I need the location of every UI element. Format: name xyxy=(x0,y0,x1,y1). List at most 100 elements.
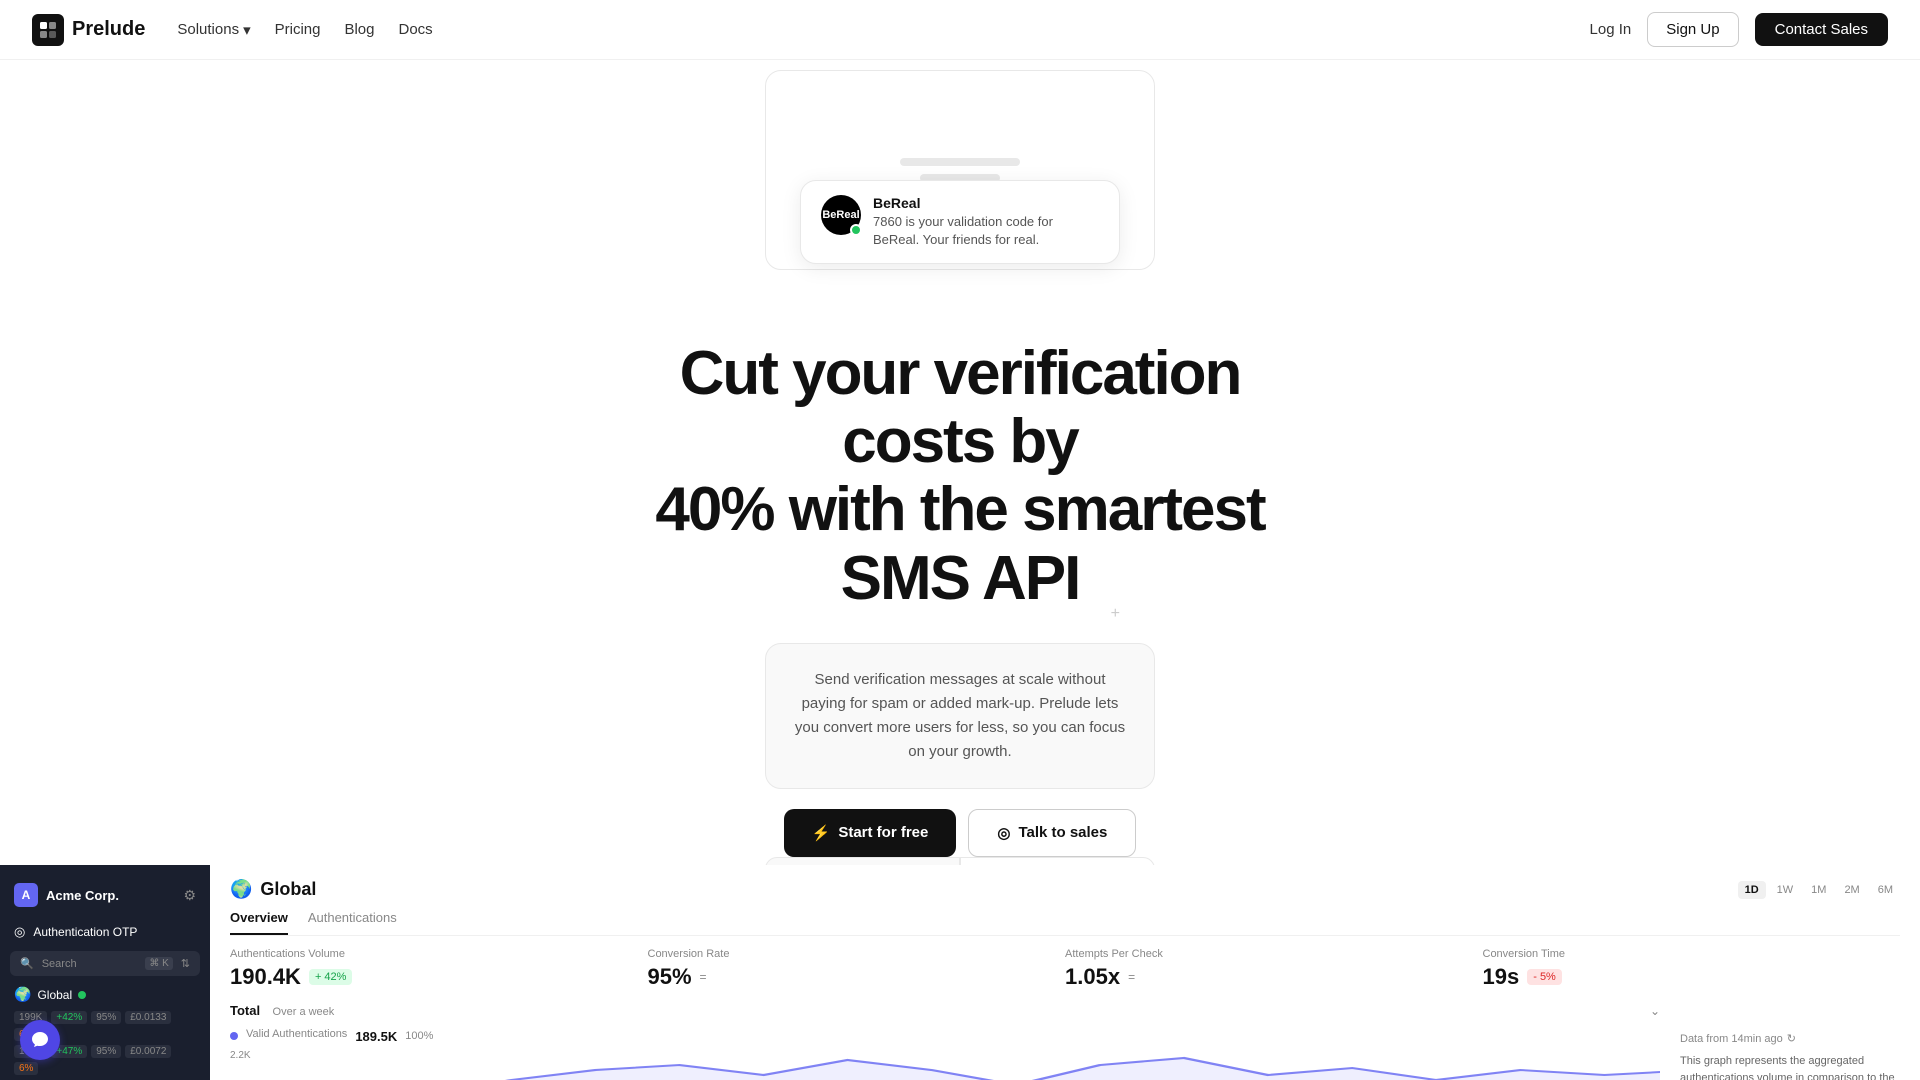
stat-auth-volume: Authentications Volume 190.4K + 42% xyxy=(230,948,648,990)
valid-auth-label: Valid Authentications xyxy=(246,1028,347,1040)
stat-attempts: Attempts Per Check 1.05x = xyxy=(1065,948,1483,990)
stat-conversion: Conversion Rate 95% = xyxy=(648,948,1066,990)
dash-tabs: Overview Authentications xyxy=(230,910,1900,936)
stat-auth-volume-value: 190.4K xyxy=(230,964,301,990)
start-free-button[interactable]: ⚡ Start for free xyxy=(784,809,957,857)
sub-stat-conv: 95% xyxy=(91,1045,121,1058)
stat-auth-volume-change: + 42% xyxy=(309,969,353,985)
valid-auth-value: 189.5K xyxy=(355,1029,397,1044)
dash-header: 🌍 Global 1D 1W 1M 2M 6M xyxy=(230,879,1900,900)
nav-docs[interactable]: Docs xyxy=(399,21,433,38)
nav-links: Solutions ▾ Pricing Blog Docs xyxy=(177,21,1557,39)
logo[interactable]: Prelude xyxy=(32,14,145,46)
search-placeholder: Search xyxy=(42,958,138,970)
bereal-name: BeReal xyxy=(873,195,1099,211)
total-expand-button[interactable]: ⌄ xyxy=(1650,1004,1660,1018)
tab-authentications[interactable]: Authentications xyxy=(308,910,397,935)
stat-conv-time-change: - 5% xyxy=(1527,969,1562,985)
valid-auth-pct: 100% xyxy=(405,1030,433,1042)
chart-left: Total Over a week ⌄ Valid Authentication… xyxy=(230,1002,1660,1080)
nav-blog[interactable]: Blog xyxy=(344,21,374,38)
dash-title: 🌍 Global xyxy=(230,879,316,900)
sidebar-item-auth-otp[interactable]: ◎ Authentication OTP xyxy=(0,917,210,947)
active-dot xyxy=(78,991,86,999)
stat-attempts-label: Attempts Per Check xyxy=(1065,948,1463,960)
stat-attempts-values: 1.05x = xyxy=(1065,964,1463,990)
region-global-name: Global xyxy=(37,988,72,1002)
chart-legend-row: Valid Authentications 189.5K 100% xyxy=(230,1028,1660,1044)
sidebar-company: A Acme Corp. xyxy=(14,883,119,907)
description-text: Send verification messages at scale with… xyxy=(794,668,1126,764)
time-filter-6m[interactable]: 6M xyxy=(1871,881,1900,899)
stat-attempts-value: 1.05x xyxy=(1065,964,1120,990)
sub-stat-cost: £0.0072 xyxy=(125,1045,171,1058)
dashboard-main: 🌍 Global 1D 1W 1M 2M 6M Overview Authent… xyxy=(210,865,1920,1080)
bereal-avatar: BeReal xyxy=(821,195,861,235)
time-filters: 1D 1W 1M 2M 6M xyxy=(1738,881,1900,899)
stat-conv-time-label: Conversion Time xyxy=(1483,948,1881,960)
hero-title: Cut your verification costs by 40% with … xyxy=(610,340,1310,613)
card-line xyxy=(900,158,1020,166)
time-filter-1d[interactable]: 1D xyxy=(1738,881,1766,899)
settings-icon[interactable]: ⚙ xyxy=(183,887,196,904)
stat-conv-time-values: 19s - 5% xyxy=(1483,964,1881,990)
company-avatar: A xyxy=(14,883,38,907)
plus-icon: + xyxy=(1111,605,1120,623)
chart-right: Data from 14min ago ↻ This graph represe… xyxy=(1680,1002,1900,1080)
eye-icon: ◎ xyxy=(997,824,1010,842)
chart-description: This graph represents the aggregated aut… xyxy=(1680,1053,1900,1080)
nav-solutions[interactable]: Solutions ▾ xyxy=(177,21,250,39)
data-note: Data from 14min ago ↻ xyxy=(1680,1032,1900,1045)
auth-icon: ◎ xyxy=(14,924,25,940)
logo-icon xyxy=(32,14,64,46)
online-dot xyxy=(850,224,862,236)
stat-conversion-values: 95% = xyxy=(648,964,1046,990)
stat-conv-time-value: 19s xyxy=(1483,964,1520,990)
refresh-icon[interactable]: ↻ xyxy=(1787,1032,1796,1045)
total-sublabel: Over a week xyxy=(273,1006,335,1018)
stat-conversion-label: Conversion Rate xyxy=(648,948,1046,960)
chart-area: 2.2K 1.7K xyxy=(230,1050,1660,1080)
logo-text: Prelude xyxy=(72,18,145,41)
time-filter-1m[interactable]: 1M xyxy=(1804,881,1833,899)
stat-change-pct: +42% xyxy=(51,1011,87,1024)
sidebar-region-global[interactable]: 🌍 Global xyxy=(0,980,210,1009)
search-shortcut: ⌘ K xyxy=(145,957,172,970)
contact-sales-button[interactable]: Contact Sales xyxy=(1755,13,1888,46)
chart-legend-dot xyxy=(230,1032,238,1040)
chat-widget[interactable] xyxy=(20,1020,60,1060)
globe-icon: 🌍 xyxy=(230,879,252,900)
nav-pricing[interactable]: Pricing xyxy=(275,21,321,38)
ui-preview-top: BeReal BeReal 7860 is your validation co… xyxy=(660,60,1260,320)
sidebar-search[interactable]: 🔍 Search ⌘ K ⇅ xyxy=(10,951,200,976)
signup-button[interactable]: Sign Up xyxy=(1647,12,1738,47)
lightning-icon: ⚡ xyxy=(812,824,831,842)
globe-flag: 🌍 xyxy=(14,986,31,1003)
stat-auth-volume-values: 190.4K + 42% xyxy=(230,964,628,990)
bereal-notification: BeReal BeReal 7860 is your validation co… xyxy=(800,180,1120,264)
hero-section: Cut your verification costs by 40% with … xyxy=(610,320,1310,643)
time-filter-2m[interactable]: 2M xyxy=(1837,881,1866,899)
sidebar-header: A Acme Corp. ⚙ xyxy=(0,877,210,917)
main-content: BeReal BeReal 7860 is your validation co… xyxy=(0,0,1920,947)
cta-row: ⚡ Start for free ◎ Talk to sales xyxy=(784,809,1137,857)
stats-row: Authentications Volume 190.4K + 42% Conv… xyxy=(230,948,1900,990)
chevron-down-icon: ▾ xyxy=(243,21,251,39)
stat-conversion-equals: = xyxy=(700,970,707,984)
stat-conversion-value: 95% xyxy=(648,964,692,990)
time-filter-1w[interactable]: 1W xyxy=(1770,881,1801,899)
sub-stat-fraud: 6% xyxy=(14,1062,38,1075)
company-name: Acme Corp. xyxy=(46,888,119,903)
stat-conversion: 95% xyxy=(91,1011,121,1024)
bereal-content: BeReal 7860 is your validation code for … xyxy=(873,195,1099,249)
navbar: Prelude Solutions ▾ Pricing Blog Docs Lo… xyxy=(0,0,1920,60)
talk-sales-button[interactable]: ◎ Talk to sales xyxy=(968,809,1136,857)
dashboard-overlay: A Acme Corp. ⚙ ◎ Authentication OTP 🔍 Se… xyxy=(0,865,1920,1080)
nav-actions: Log In Sign Up Contact Sales xyxy=(1590,12,1888,47)
sort-icon[interactable]: ⇅ xyxy=(181,957,190,970)
chart-section: Total Over a week ⌄ Valid Authentication… xyxy=(230,1002,1900,1080)
tab-overview[interactable]: Overview xyxy=(230,910,288,935)
search-icon: 🔍 xyxy=(20,957,34,970)
login-button[interactable]: Log In xyxy=(1590,21,1632,38)
total-info: Total Over a week xyxy=(230,1002,334,1020)
